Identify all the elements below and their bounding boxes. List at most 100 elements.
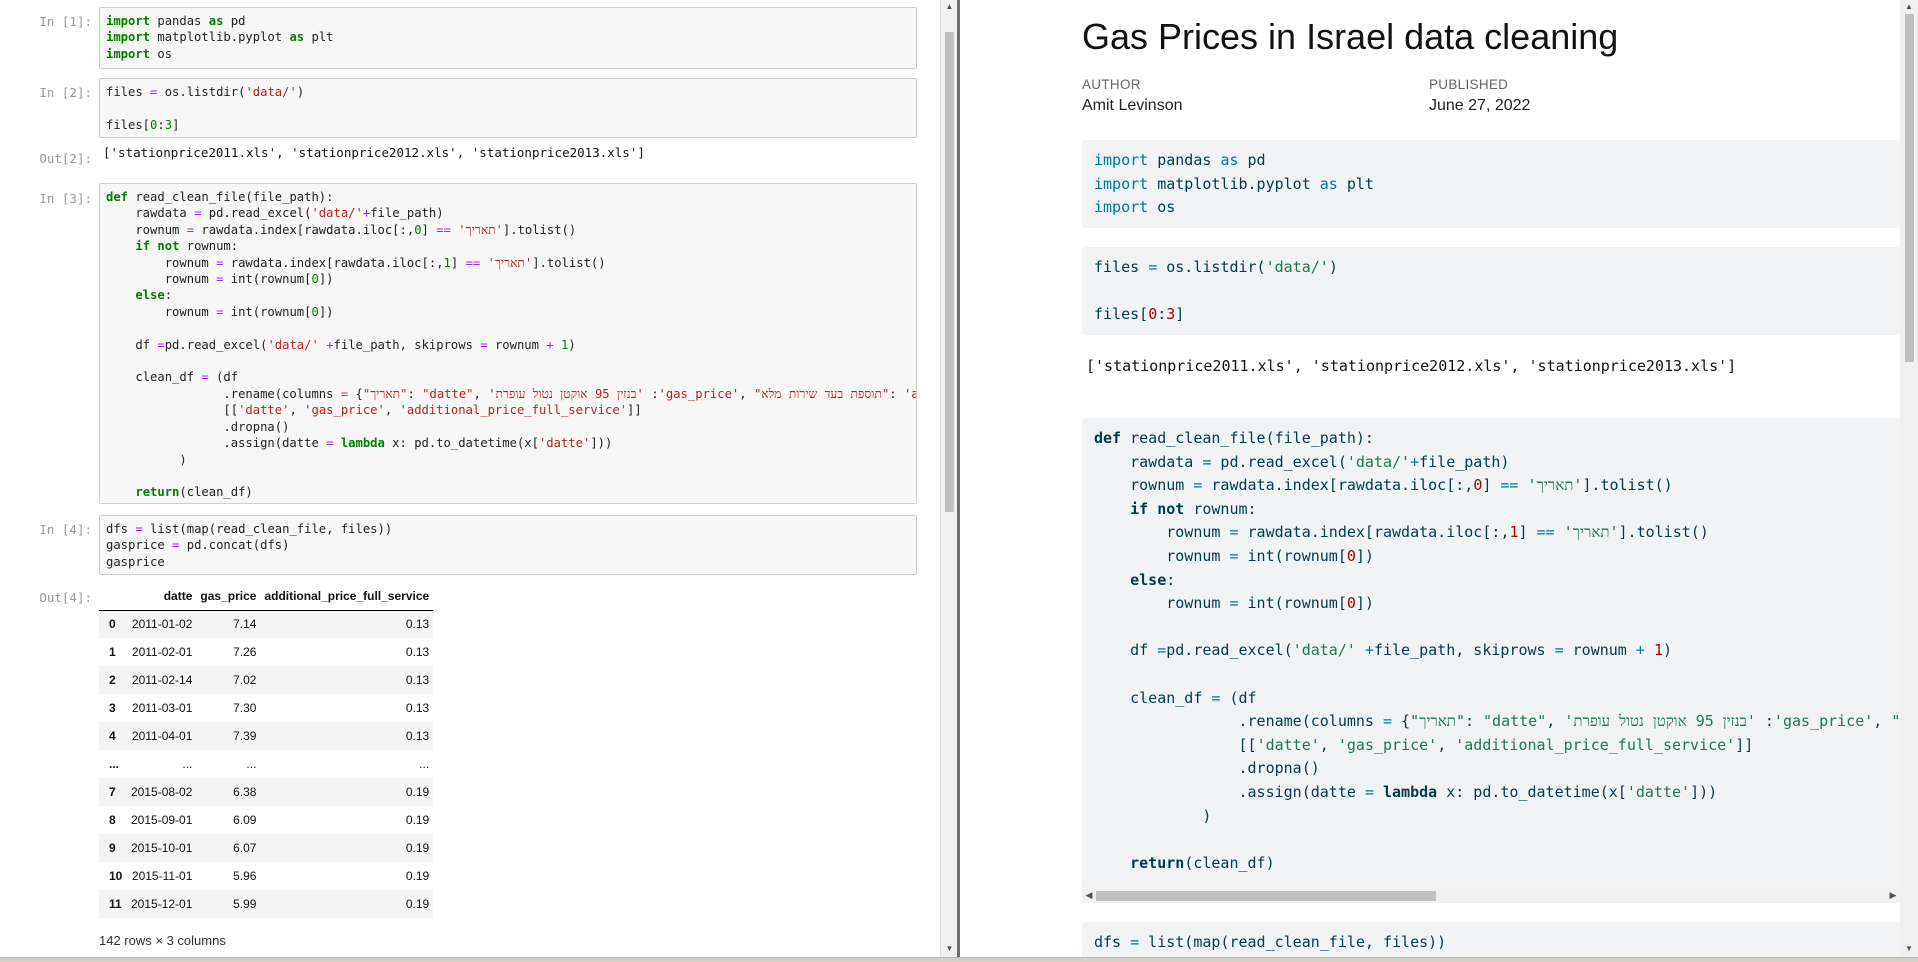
scrollbar-thumb[interactable] (945, 32, 954, 512)
table-cell: 5.96 (233, 869, 257, 883)
table-cell: 6.07 (233, 841, 257, 855)
code-text: files = os.listdir('data/') files[0:3] (1094, 258, 1338, 324)
output-prompt: Out[4]: (39, 590, 92, 605)
code-text: dfs = list(map(read_clean_file, files)) … (106, 522, 393, 569)
dataframe-shape: 142 rows × 3 columns (99, 933, 226, 948)
table-cell: 7.39 (233, 729, 257, 743)
table-header-cell: datte (127, 582, 197, 611)
table-header-cell (99, 582, 127, 611)
table-cell: 0.13 (405, 645, 430, 659)
table-cell: 2011-01-02 (131, 617, 193, 632)
cell-input[interactable]: import pandas as pd import matplotlib.py… (99, 7, 917, 69)
table-cell: 0.19 (405, 869, 430, 883)
table-cell: 2015-12-01 (131, 897, 193, 911)
input-prompt: In [3]: (39, 191, 92, 206)
table-cell: 2015-10-01 (131, 841, 193, 855)
scroll-down-icon[interactable]: ▼ (941, 942, 958, 956)
table-cell: 2011-03-01 (131, 701, 193, 715)
table-row: 9 2015-10-01 6.07 0.19 (99, 834, 434, 862)
row-index-cell: 11 (109, 897, 122, 911)
author-label: AUTHOR (1082, 77, 1141, 92)
row-index-cell: ... (109, 757, 120, 771)
table-row: 1 2011-02-01 7.26 0.13 (99, 638, 433, 666)
row-index-cell: 2 (109, 673, 116, 687)
code-text: dfs = list(map(read_clean_file, files)) (1094, 933, 1447, 951)
doc-code-block-function[interactable]: def read_clean_file(file_path): rawdata … (1082, 418, 1900, 903)
table-cell: 0.13 (405, 729, 430, 743)
output-prompt: Out[2]: (39, 151, 92, 166)
row-index-cell: 7 (109, 785, 116, 799)
dataframe-table: datte gas_price additional_price_full_se… (99, 582, 434, 918)
table-row: ............ (99, 750, 433, 778)
input-prompt: In [2]: (39, 85, 92, 100)
table-cell: ... (419, 757, 430, 771)
code-text: import pandas as pd import matplotlib.py… (106, 14, 334, 61)
doc-code-block-imports[interactable]: import pandas as pd import matplotlib.py… (1082, 140, 1900, 228)
table-cell: ... (246, 757, 257, 771)
table-cell: 2011-02-01 (131, 645, 193, 659)
row-index-cell: 10 (109, 869, 123, 883)
author-name: Amit Levinson (1082, 97, 1183, 114)
window-bottom-edge (0, 957, 1918, 962)
table-header-cell: additional_price_full_service (260, 582, 434, 611)
scrollbar-thumb[interactable] (1905, 14, 1914, 362)
table-cell: 0.13 (405, 701, 430, 715)
row-index-cell: 9 (109, 841, 116, 855)
notebook-scrollbar[interactable]: ▲ ▼ (940, 0, 957, 962)
code-text: def read_clean_file(file_path): rawdata … (1094, 429, 1900, 872)
table-row: 11 2015-12-01 5.99 0.19 (99, 890, 434, 918)
table-cell: 0.19 (405, 841, 430, 855)
table-cell: 2015-11-01 (131, 869, 193, 883)
table-row: 7 2015-08-02 6.38 0.19 (99, 778, 434, 806)
table-cell: 7.26 (233, 645, 257, 659)
scroll-up-icon[interactable]: ▲ (1900, 0, 1918, 14)
table-row: 0 2011-01-02 7.14 0.13 (99, 610, 434, 638)
scroll-up-icon[interactable]: ▲ (941, 0, 958, 14)
row-index-cell: 0 (109, 617, 116, 632)
page-title: Gas Prices in Israel data cleaning (1082, 16, 1619, 57)
table-cell: 0.13 (405, 673, 430, 687)
row-index-cell: 4 (109, 729, 116, 743)
table-cell: 0.19 (405, 785, 430, 799)
table-row: 3 2011-03-01 7.30 0.13 (99, 694, 433, 722)
cell-input[interactable]: def read_clean_file(file_path): rawdata … (99, 183, 917, 504)
input-prompt: In [1]: (39, 14, 92, 29)
table-row: 2 2011-02-14 7.02 0.13 (99, 666, 434, 694)
doc-output-files: ['stationprice2011.xls', 'stationprice20… (1086, 357, 1737, 375)
table-row: 4 2011-04-01 7.39 0.13 (99, 722, 434, 750)
code-text: import pandas as pd import matplotlib.py… (1094, 151, 1374, 217)
row-index-cell: 8 (109, 813, 116, 827)
table-cell: 0.19 (405, 897, 430, 911)
published-label: PUBLISHED (1429, 77, 1509, 92)
table-cell: 5.99 (233, 897, 257, 911)
table-row: 10 2015-11-01 5.96 0.19 (99, 862, 433, 890)
table-cell: 0.19 (405, 813, 430, 827)
table-cell: 7.14 (233, 617, 257, 632)
notebook-pane: In [1]: import pandas as pd import matpl… (0, 0, 940, 962)
code-text: files = os.listdir('data/') files[0:3] (106, 85, 305, 132)
cell-input[interactable]: dfs = list(map(read_clean_file, files)) … (99, 515, 917, 575)
table-cell: 7.30 (233, 701, 257, 715)
table-header-cell: gas_price (196, 582, 261, 611)
document-pane: Gas Prices in Israel data cleaning AUTHO… (960, 0, 1900, 957)
table-header-row: datte gas_price additional_price_full_se… (99, 582, 434, 611)
doc-code-block-files[interactable]: files = os.listdir('data/') files[0:3] (1082, 247, 1900, 335)
table-body: 0 2011-01-02 7.14 0.13 1 2011-02-01 7.26 0.13 2 2… (99, 610, 434, 918)
scroll-down-icon[interactable]: ▼ (1900, 942, 1918, 956)
scroll-right-icon[interactable]: ▶ (1886, 887, 1900, 903)
document-scrollbar[interactable]: ▲ ▼ (1900, 0, 1918, 957)
cell-output: ['stationprice2011.xls', 'stationprice20… (103, 145, 645, 160)
row-index-cell: 1 (109, 645, 116, 659)
table-cell: 2015-09-01 (131, 813, 193, 827)
table-cell: 6.09 (233, 813, 257, 827)
scroll-left-icon[interactable]: ◀ (1082, 887, 1096, 903)
doc-code-block-concat[interactable]: dfs = list(map(read_clean_file, files)) (1082, 922, 1900, 957)
table-cell: 2011-02-14 (131, 673, 193, 687)
code-horizontal-scrollbar[interactable]: ◀ ▶ (1082, 887, 1900, 903)
cell-input[interactable]: files = os.listdir('data/') files[0:3] (99, 78, 917, 138)
table-cell: 2011-04-01 (131, 729, 193, 743)
horizontal-scrollbar-thumb[interactable] (1096, 891, 1436, 901)
published-date: June 27, 2022 (1429, 97, 1531, 114)
table-cell: 2015-08-02 (131, 785, 193, 799)
table-cell: 6.38 (233, 785, 257, 799)
